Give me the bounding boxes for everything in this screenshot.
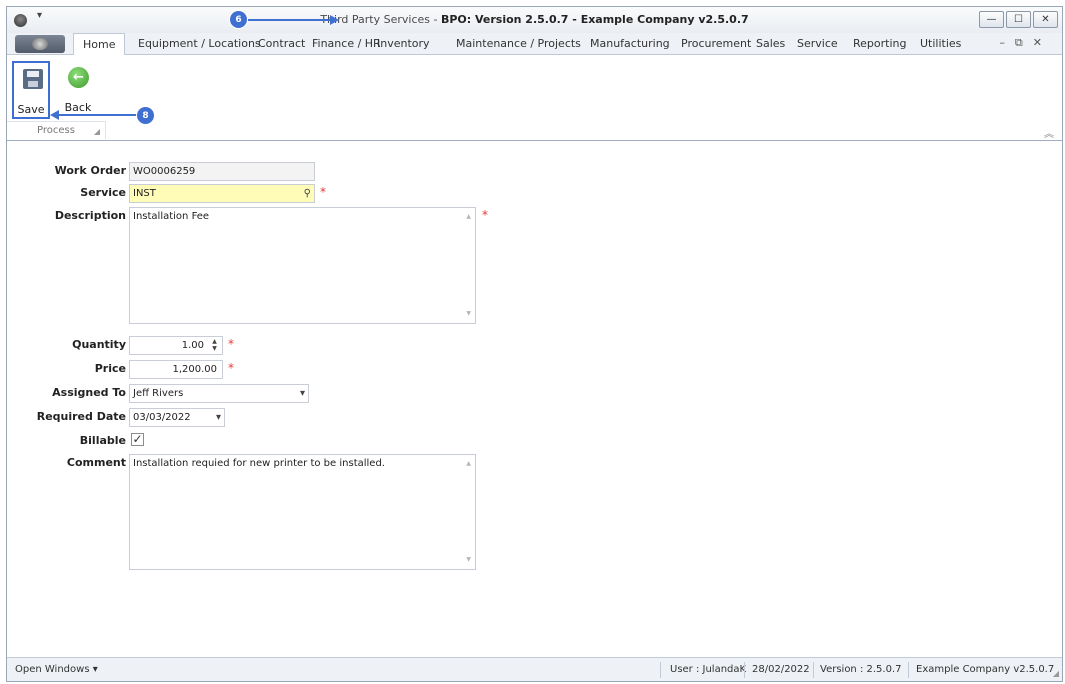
ribbon-tab-row: Home Equipment / Locations Contract Fina… xyxy=(7,33,1062,56)
tab-procurement[interactable]: Procurement xyxy=(681,33,751,55)
tab-maintenance-projects[interactable]: Maintenance / Projects xyxy=(456,33,581,55)
description-scroll-down-icon[interactable]: ▼ xyxy=(466,307,471,321)
chevron-down-icon[interactable]: ▾ xyxy=(216,409,221,426)
annotation-arrow-title-line xyxy=(248,19,332,21)
window-controls: — ☐ ✕ xyxy=(979,11,1058,28)
status-version: Version : 2.5.0.7 xyxy=(820,664,902,675)
tab-reporting[interactable]: Reporting xyxy=(853,33,906,55)
required-date-label: Required Date xyxy=(36,410,126,423)
ribbon-group-label: Process xyxy=(37,125,75,136)
tab-service[interactable]: Service xyxy=(797,33,838,55)
assigned-to-dropdown[interactable]: Jeff Rivers ▾ xyxy=(129,384,309,403)
application-menu-button[interactable] xyxy=(15,35,65,53)
assigned-to-value: Jeff Rivers xyxy=(133,388,184,399)
status-company: Example Company v2.5.0.7 xyxy=(916,664,1055,675)
annotation-arrow-title-head xyxy=(330,15,339,25)
checkmark-icon: ✓ xyxy=(132,432,143,446)
annotation-arrow-save-head xyxy=(50,110,59,120)
quantity-stepper[interactable]: 1.00 ▲ ▼ xyxy=(129,336,223,355)
tab-finance-hr[interactable]: Finance / HR xyxy=(312,33,381,55)
status-bar: Open Windows ▾ User : JulandaK 28/02/202… xyxy=(7,657,1062,681)
tab-home[interactable]: Home xyxy=(73,33,126,56)
description-scroll-up-icon[interactable]: ▲ xyxy=(466,210,471,224)
tab-utilities[interactable]: Utilities xyxy=(920,33,961,55)
save-icon xyxy=(23,69,43,89)
tab-manufacturing[interactable]: Manufacturing xyxy=(590,33,670,55)
mdi-window-controls[interactable]: –⧉✕ xyxy=(999,36,1052,50)
collapse-ribbon-icon[interactable]: ︽ xyxy=(1044,125,1054,140)
description-value: Installation Fee xyxy=(133,211,210,222)
assigned-to-label: Assigned To xyxy=(52,386,126,399)
open-windows-menu[interactable]: Open Windows ▾ xyxy=(15,664,98,675)
application-window: ▾ Third Party Services - BPO: Version 2.… xyxy=(6,6,1063,682)
window-title-main: BPO: Version 2.5.0.7 - Example Company v… xyxy=(440,13,749,26)
service-form: Work Order WO0006259 Service INST ⚲ * De… xyxy=(7,141,1062,657)
window-title: Third Party Services - BPO: Version 2.5.… xyxy=(7,13,1062,26)
back-button-label: Back xyxy=(64,101,92,114)
required-date-picker[interactable]: 03/03/2022 ▾ xyxy=(129,408,225,427)
service-lookup-field[interactable]: INST ⚲ xyxy=(129,184,315,203)
annotation-arrow-save-line xyxy=(58,114,144,116)
service-label: Service xyxy=(80,186,126,199)
tab-inventory[interactable]: Inventory xyxy=(377,33,430,55)
tab-contract[interactable]: Contract xyxy=(258,33,305,55)
service-required-marker: * xyxy=(320,185,326,199)
ribbon-panel: Save ← Back Process ◢ ︽ xyxy=(7,55,1062,141)
description-required-marker: * xyxy=(482,208,488,222)
title-bar: ▾ Third Party Services - BPO: Version 2.… xyxy=(7,7,1062,33)
status-separator xyxy=(813,662,814,678)
service-value: INST xyxy=(133,188,156,199)
minimize-button[interactable]: — xyxy=(979,11,1004,28)
save-button[interactable]: Save xyxy=(12,61,50,119)
status-separator xyxy=(908,662,909,678)
group-launcher-icon[interactable]: ◢ xyxy=(94,123,100,140)
app-menu-logo-icon xyxy=(32,38,48,50)
billable-label: Billable xyxy=(79,434,126,447)
status-user: User : JulandaK xyxy=(670,664,747,675)
price-field[interactable]: 1,200.00 xyxy=(129,360,223,379)
chevron-down-icon[interactable]: ▾ xyxy=(300,385,305,402)
quantity-required-marker: * xyxy=(228,337,234,351)
tab-equipment-locations[interactable]: Equipment / Locations xyxy=(138,33,261,55)
annotation-step-8: 8 xyxy=(136,106,155,125)
billable-checkbox[interactable]: ✓ xyxy=(131,433,144,446)
back-arrow-icon: ← xyxy=(68,67,89,88)
description-textarea[interactable]: Installation Fee ▲ ▼ xyxy=(129,207,476,324)
comment-scroll-up-icon[interactable]: ▲ xyxy=(466,457,471,471)
quantity-value: 1.00 xyxy=(181,340,204,351)
status-date: 28/02/2022 xyxy=(752,664,810,675)
work-order-label: Work Order xyxy=(54,164,126,177)
back-button[interactable]: ← Back xyxy=(59,61,97,119)
description-label: Description xyxy=(54,209,126,222)
required-date-value: 03/03/2022 xyxy=(133,412,191,423)
price-label: Price xyxy=(94,362,126,375)
save-button-label: Save xyxy=(17,103,45,116)
price-required-marker: * xyxy=(228,361,234,375)
close-button[interactable]: ✕ xyxy=(1033,11,1058,28)
status-separator xyxy=(660,662,661,678)
tab-sales[interactable]: Sales xyxy=(756,33,785,55)
spin-arrows-icon[interactable]: ▲ ▼ xyxy=(210,338,219,352)
comment-value: Installation requied for new printer to … xyxy=(133,458,385,469)
annotation-step-6: 6 xyxy=(229,10,248,29)
work-order-field[interactable]: WO0006259 xyxy=(129,162,315,181)
comment-label: Comment xyxy=(66,456,126,469)
quantity-label: Quantity xyxy=(72,338,126,351)
search-icon[interactable]: ⚲ xyxy=(304,185,311,202)
comment-textarea[interactable]: Installation requied for new printer to … xyxy=(129,454,476,570)
comment-scroll-down-icon[interactable]: ▼ xyxy=(466,553,471,567)
ribbon-group-process: Process ◢ xyxy=(7,121,106,139)
maximize-button[interactable]: ☐ xyxy=(1006,11,1031,28)
status-separator xyxy=(744,662,745,678)
resize-grip-icon[interactable]: ◢ xyxy=(1053,669,1059,678)
